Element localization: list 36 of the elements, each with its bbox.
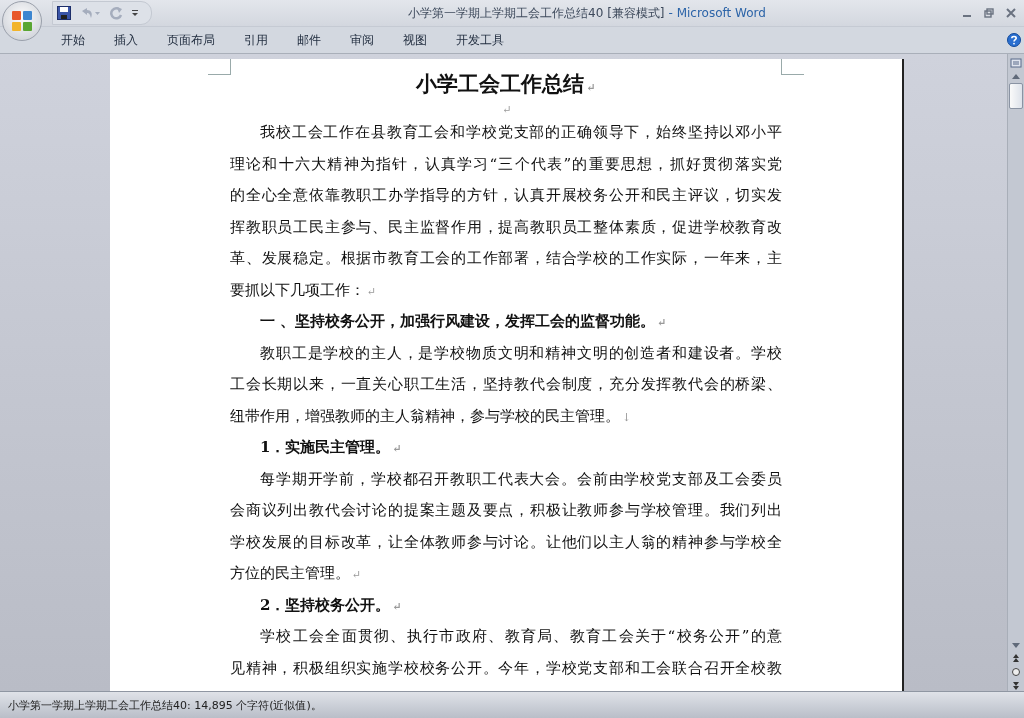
word-count-status: 小学第一学期上学期工会工作总结40: 14,895 个字符(近似值)。: [8, 697, 322, 713]
body-paragraph: 每学期开学前，学校都召开教职工代表大会。会前由学校党支部及工会委员 会商议列出教代会讨论的提案主题及要点，积极让教师参与学校管理。我们列出 学校发展的目标改革，让全体教师参与讨论。让他们以主人翁的精神参与学校全 方位的民主管理。↵: [230, 468, 782, 584]
crop-mark: [208, 59, 231, 75]
close-icon[interactable]: [1006, 8, 1016, 18]
ribbon-tab[interactable]: 开发工具: [445, 29, 515, 51]
ribbon-tab[interactable]: 页面布局: [156, 29, 226, 51]
ribbon-tab[interactable]: 视图: [392, 29, 438, 51]
restore-icon[interactable]: [984, 8, 994, 18]
body-paragraph: 学校工会全面贯彻、执行市政府、教育局、教育工会关于“校务公开”的意 见精神，积极组织实施学校校务公开。今年，学校党支部和工会联合召开全校教: [230, 626, 782, 679]
body-paragraph: 我校工会工作在县教育工会和学校党支部的正确领导下，始终坚持以邓小平 理论和十六大精神为指针，认真学习“三个代表”的重要思想，抓好贯彻落实党 的全心全意依靠教职工办学指导的方针，认真开展校务公开和民主评议，切实发 挥教职员工民主参与、民主监督作用，提高教职员工整体素质，促进学校教育改 革、发展稳定。根据市教育工会的工作部署，结合学校的工作实际，一年来，主 要抓以下几项工作：↵: [230, 122, 782, 301]
ribbon-tab[interactable]: 邮件: [286, 29, 332, 51]
section-heading: 2．坚持校务公开。↵: [259, 594, 403, 616]
browse-object-icon[interactable]: [1011, 667, 1021, 677]
section-heading: 一 、坚持校务公开，加强行风建设，发挥工会的监督功能。↵: [259, 311, 668, 332]
ribbon-tab[interactable]: 开始: [50, 29, 96, 51]
previous-page-icon[interactable]: [1011, 653, 1021, 663]
app-name: - Microsoft Word: [668, 5, 766, 20]
vertical-scrollbar[interactable]: [1007, 54, 1024, 691]
ribbon-tab[interactable]: 审阅: [339, 29, 385, 51]
ribbon-tab[interactable]: 引用: [233, 29, 279, 51]
empty-paragraph: ↵: [501, 102, 513, 117]
body-paragraph: 教职工是学校的主人，是学校物质文明和精神文明的创造者和建设者。学校 工会长期以来，一直关心职工生活，坚持教代会制度，充分发挥教代会的桥梁、 纽带作用，增强教师的主人翁精神，参与学校的民主管理。↓: [230, 342, 782, 427]
office-button[interactable]: [2, 1, 42, 41]
scroll-thumb[interactable]: [1009, 83, 1023, 109]
crop-mark: [781, 59, 804, 75]
ribbon-tab[interactable]: 插入: [103, 29, 149, 51]
section-heading: 1．实施民主管理。↵: [259, 437, 403, 458]
office-logo-icon: [10, 9, 34, 33]
customize-toolbar-icon[interactable]: [131, 9, 139, 17]
document-title: 小学工会工作总结↵: [415, 70, 597, 98]
ruler-toggle-icon[interactable]: [1010, 57, 1022, 69]
save-icon[interactable]: [57, 6, 71, 20]
scroll-down-icon[interactable]: [1011, 643, 1021, 649]
help-icon[interactable]: [1007, 33, 1021, 47]
scroll-up-icon[interactable]: [1011, 73, 1021, 79]
window-title: 小学第一学期上学期工会工作总结40 [兼容模式]: [408, 5, 665, 20]
